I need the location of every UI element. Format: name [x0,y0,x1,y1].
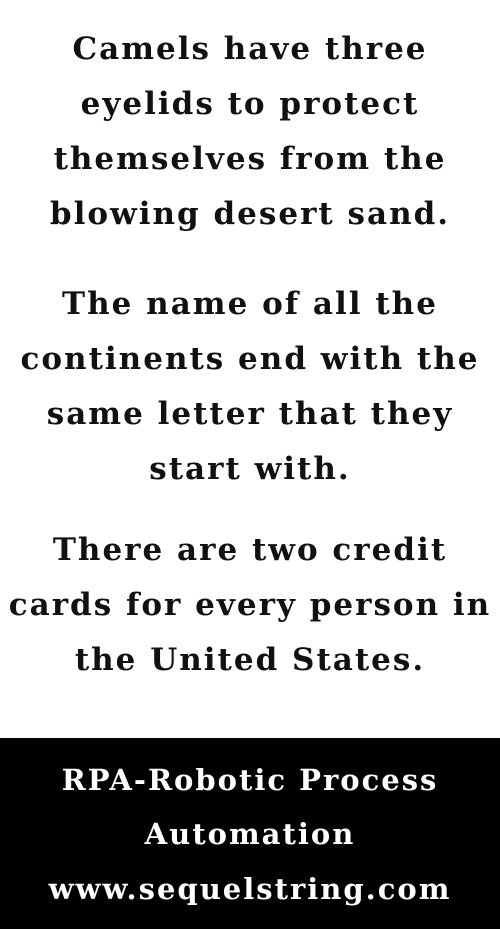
fact-line: The name of all the [62,286,438,322]
fact-continents: The name of all the continents end with … [0,277,500,497]
fact-line: continents end with the [20,341,480,377]
fact-credit-cards: There are two credit cards for every per… [0,523,500,688]
fact-line: the United States. [74,642,426,678]
fact-camels: Camels have three eyelids to protect the… [0,22,500,242]
facts-section: Camels have three eyelids to protect the… [0,0,500,738]
fact-line: Camels have three [72,31,428,67]
fact-line: eyelids to protect [80,86,420,122]
fact-line: blowing desert sand. [49,196,451,232]
footer-title-line-1: RPA-Robotic Process [61,763,439,797]
fact-line: themselves from the [53,141,447,177]
fact-line: There are two credit [52,532,448,568]
fact-line: same letter that they [46,396,454,432]
footer-banner: RPA-Robotic Process Automation www.seque… [0,738,500,929]
fact-line: cards for every person in [8,587,492,623]
fact-line: start with. [149,451,351,487]
footer-title-line-2: Automation [144,817,356,851]
footer-website-link[interactable]: www.sequelstring.com [0,864,500,914]
